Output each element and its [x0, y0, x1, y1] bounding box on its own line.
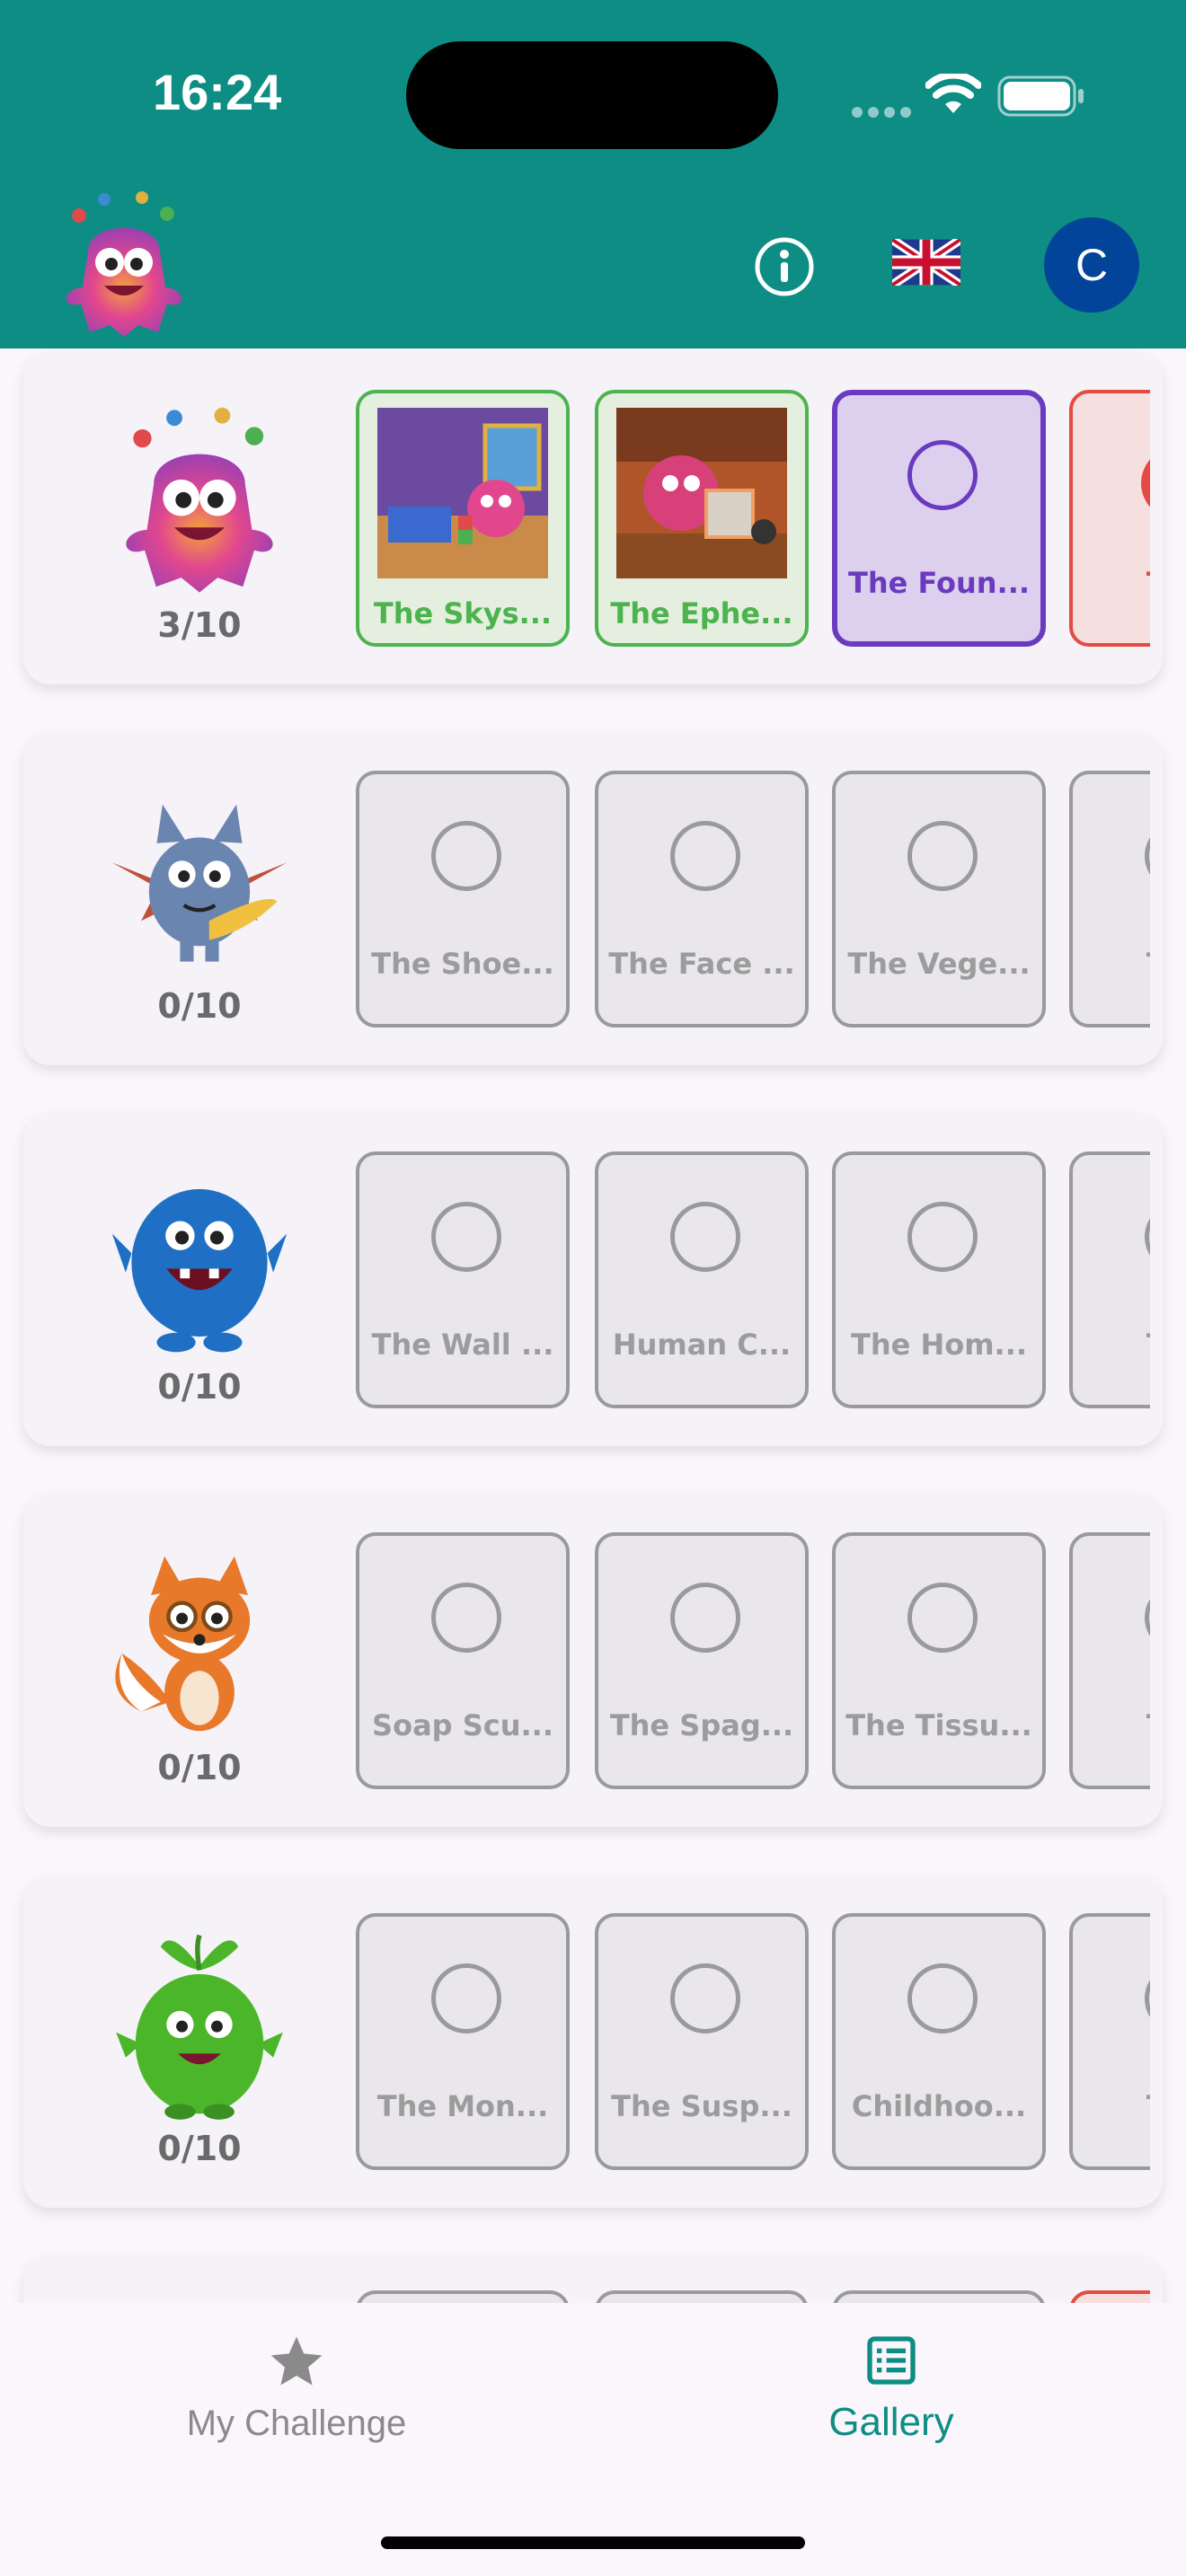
story-title: The Wall ... — [371, 1328, 554, 1362]
battery-icon — [997, 75, 1084, 117]
status-time: 16:24 — [153, 64, 282, 120]
story-tile[interactable]: The Ephe... — [595, 390, 809, 647]
circle-icon — [431, 1583, 501, 1653]
story-tile[interactable]: The Foun... — [832, 390, 1046, 647]
story-tile[interactable]: The Spag... — [595, 1532, 809, 1789]
story-tile[interactable]: Human C... — [595, 1151, 809, 1408]
nav-label: My Challenge — [186, 2404, 407, 2443]
story-title: The — [1082, 1328, 1150, 1362]
story-title: The Hom... — [850, 1328, 1028, 1362]
story-title: The Skys... — [373, 596, 553, 631]
story-tile[interactable]: The — [1069, 1151, 1150, 1408]
story-strip[interactable]: The Wall ... Human C... The Hom... The — [332, 1151, 1150, 1412]
story-tile[interactable]: The Wall ... — [356, 1151, 570, 1408]
uk-flag-icon[interactable] — [892, 239, 960, 286]
challenge-card: 0/10 The Wall ... Human C... The Hom... … — [23, 1114, 1163, 1446]
circle-icon — [907, 821, 978, 891]
story-tile[interactable]: The Susp... — [595, 1913, 809, 2170]
challenge-card: 0/10 The Mon... The Susp... Childhoo... … — [23, 1875, 1163, 2208]
circle-icon — [1145, 821, 1150, 891]
story-tile[interactable]: The — [1069, 1913, 1150, 2170]
circle-icon — [1145, 1202, 1150, 1272]
circle-icon — [1141, 447, 1150, 519]
circle-icon — [907, 440, 978, 510]
story-strip[interactable]: The Mon... The Susp... Childhoo... The — [332, 1913, 1150, 2174]
circle-icon — [670, 1963, 740, 2033]
circle-icon — [907, 1583, 978, 1653]
story-tile[interactable]: The Tissu... — [832, 1532, 1046, 1789]
circle-icon — [670, 821, 740, 891]
challenge-card: 0/10 Soap Scu... The Spag... The Tissu..… — [23, 1495, 1163, 1827]
dynamic-island — [406, 41, 778, 149]
story-tile[interactable]: The Hom... — [832, 1151, 1046, 1408]
avatar[interactable]: C — [1044, 217, 1139, 313]
story-tile[interactable]: The Vege... — [832, 771, 1046, 1028]
story-title: The Susp... — [611, 2089, 792, 2123]
story-title: The Face ... — [608, 947, 795, 981]
blue-bat-monster — [111, 804, 288, 962]
story-tile[interactable]: The Shoe... — [356, 771, 570, 1028]
story-tile[interactable]: The Face ... — [595, 771, 809, 1028]
circle-icon — [670, 1583, 740, 1653]
home-indicator — [381, 2536, 805, 2549]
circle-icon — [670, 1202, 740, 1272]
story-title: The Tissu... — [845, 1708, 1032, 1742]
bottom-navigation: My Challenge Gallery — [0, 2303, 1186, 2576]
story-title: The — [1082, 566, 1150, 600]
pink-juggling-monster — [126, 407, 273, 593]
story-tile[interactable]: The — [1069, 771, 1150, 1028]
story-title: Human C... — [612, 1328, 792, 1362]
story-tile[interactable]: The — [1069, 390, 1150, 647]
info-icon[interactable] — [753, 235, 816, 298]
star-icon — [270, 2336, 323, 2386]
wifi-icon — [925, 74, 981, 113]
story-title: The Vege... — [847, 947, 1031, 981]
juggling-monster-logo — [66, 191, 182, 337]
story-tile[interactable]: The Mon... — [356, 1913, 570, 2170]
progress-count: 0/10 — [157, 986, 242, 1026]
story-tile[interactable]: Childhoo... — [832, 1913, 1046, 2170]
story-title: Soap Scu... — [372, 1708, 553, 1742]
progress-count: 0/10 — [157, 2129, 242, 2168]
challenge-card: 3/10 The Skys... The Ephe... The Foun... — [23, 352, 1163, 684]
story-title: The Mon... — [376, 2089, 549, 2123]
story-strip[interactable]: Soap Scu... The Spag... The Tissu... The — [332, 1532, 1150, 1793]
list-icon — [867, 2336, 916, 2385]
circle-icon — [1145, 1583, 1150, 1653]
nav-gallery[interactable]: Gallery — [746, 2332, 1037, 2445]
story-thumbnail-cube — [616, 408, 787, 578]
challenge-card: 0/10 The Shoe... The Face ... The Vege..… — [23, 733, 1163, 1065]
story-tile[interactable]: Soap Scu... — [356, 1532, 570, 1789]
nav-label: Gallery — [828, 2400, 954, 2444]
story-title: The Foun... — [847, 566, 1031, 600]
circle-icon — [431, 1202, 501, 1272]
story-tile[interactable]: The — [1069, 1532, 1150, 1789]
fox-with-glasses — [115, 1556, 251, 1732]
progress-count: 0/10 — [157, 1748, 242, 1787]
story-title: The Spag... — [609, 1708, 794, 1742]
story-title: Childhoo... — [851, 2089, 1027, 2123]
circle-icon — [1145, 1963, 1150, 2033]
story-strip[interactable]: The Skys... The Ephe... The Foun... The — [332, 390, 1150, 650]
story-tile[interactable]: The Skys... — [356, 390, 570, 647]
story-title: The Ephe... — [610, 596, 793, 631]
blue-fluffy-monster — [111, 1188, 288, 1353]
story-title: The — [1082, 2089, 1150, 2123]
nav-my-challenge[interactable]: My Challenge — [151, 2332, 442, 2444]
circle-icon — [907, 1963, 978, 2033]
story-title: The — [1082, 1708, 1150, 1742]
green-sprout-monster — [116, 1934, 283, 2120]
app-header: 16:24 C — [0, 0, 1186, 348]
story-title: The Shoe... — [371, 947, 554, 981]
cellular-signal-icon — [852, 104, 916, 121]
story-title: The — [1082, 947, 1150, 981]
story-thumbnail-bedroom — [377, 408, 548, 578]
circle-icon — [431, 821, 501, 891]
circle-icon — [907, 1202, 978, 1272]
progress-count: 3/10 — [157, 605, 242, 645]
progress-count: 0/10 — [157, 1367, 242, 1407]
story-strip[interactable]: The Shoe... The Face ... The Vege... The — [332, 771, 1150, 1031]
circle-icon — [431, 1963, 501, 2033]
